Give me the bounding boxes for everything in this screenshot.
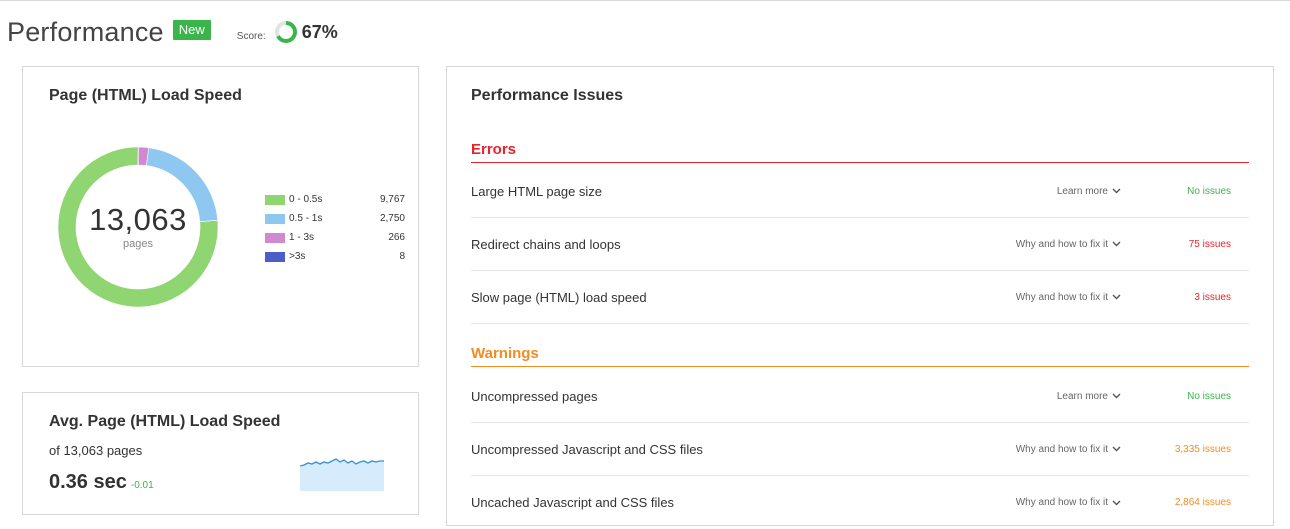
legend-value: 266 [388,232,405,243]
donut-unit: pages [123,238,153,250]
legend-item[interactable]: 0 - 0.5s 9,767 [265,190,405,209]
load-speed-title: Page (HTML) Load Speed [49,87,242,104]
issue-name: Redirect chains and loops [471,236,621,252]
issue-status[interactable]: 3,335 issues [1131,444,1249,455]
issue-name: Large HTML page size [471,183,603,199]
legend-value: 9,767 [379,194,405,205]
legend-label: >3s [289,251,306,262]
issue-row: Slow page (HTML) load speed Why and how … [471,271,1249,324]
how-to-fix-link[interactable]: Why and how to fix it [921,497,1131,508]
page-header: Performance New Score: 67% [7,14,338,50]
legend-label: 1 - 3s [289,232,315,243]
how-to-fix-link[interactable]: Why and how to fix it [921,239,1131,250]
help-label: Why and how to fix it [1015,291,1108,303]
help-label: Learn more [1056,185,1108,197]
issue-name: Uncompressed Javascript and CSS files [471,441,703,457]
help-label: Learn more [1056,390,1108,402]
load-speed-donut: 13,063 pages [57,146,219,308]
learn-more-link[interactable]: Learn more [921,391,1131,402]
warnings-section-heading: Warnings [471,345,1249,367]
avg-load-speed-card: Avg. Page (HTML) Load Speed of 13,063 pa… [22,392,419,515]
help-label: Why and how to fix it [1015,497,1108,508]
legend-value: 2,750 [379,213,405,224]
avg-load-speed-value: 0.36 sec [49,471,127,493]
issue-status[interactable]: 3 issues [1131,292,1249,303]
chevron-down-icon [1112,446,1121,452]
issue-status[interactable]: 2,864 issues [1131,497,1249,508]
legend-value: 8 [399,251,405,262]
learn-more-link[interactable]: Learn more [921,186,1131,197]
help-label: Why and how to fix it [1015,238,1108,250]
avg-load-speed-delta: -0.01 [130,480,154,491]
issue-status[interactable]: 75 issues [1131,239,1249,250]
issue-name: Uncached Javascript and CSS files [471,495,675,510]
chevron-down-icon [1112,241,1121,247]
issue-name: Slow page (HTML) load speed [471,289,647,305]
legend-swatch [265,232,285,243]
donut-total: 13,063 [89,202,187,237]
legend-item[interactable]: 0.5 - 1s 2,750 [265,209,405,228]
issue-name: Uncompressed pages [471,388,598,404]
score-value: 67% [301,21,338,42]
legend-swatch [265,194,285,205]
chevron-down-icon [1112,294,1121,300]
avg-load-speed-subtitle: of 13,063 pages [49,443,143,458]
help-label: Why and how to fix it [1015,443,1108,455]
score-label: Score: [236,30,266,42]
chevron-down-icon [1112,188,1121,194]
issue-row: Uncached Javascript and CSS files Why an… [471,476,1249,529]
chevron-down-icon [1112,393,1121,399]
how-to-fix-link[interactable]: Why and how to fix it [921,292,1131,303]
load-speed-trend-sparkline [300,458,384,491]
avg-load-speed-title: Avg. Page (HTML) Load Speed [49,413,281,430]
top-divider [0,0,1290,1]
errors-section-heading: Errors [471,141,1249,163]
load-speed-legend: 0 - 0.5s 9,767 0.5 - 1s 2,750 1 - 3s 266… [265,190,405,266]
score-ring-icon [274,21,297,43]
performance-issues-card: Performance Issues Errors Large HTML pag… [446,66,1274,526]
legend-label: 0.5 - 1s [289,213,323,224]
how-to-fix-link[interactable]: Why and how to fix it [921,444,1131,455]
chevron-down-icon [1112,500,1121,505]
legend-label: 0 - 0.5s [289,194,323,205]
legend-item[interactable]: >3s 8 [265,247,405,266]
page-title: Performance [7,16,164,47]
legend-item[interactable]: 1 - 3s 266 [265,228,405,247]
issue-row: Large HTML page size Learn more No issue… [471,165,1249,218]
avg-load-speed-value-wrap: 0.36 sec -0.01 [49,471,154,494]
performance-issues-title: Performance Issues [471,87,624,104]
issue-status[interactable]: No issues [1131,391,1249,402]
issue-row: Redirect chains and loops Why and how to… [471,218,1249,271]
legend-swatch [265,213,285,224]
new-badge: New [172,20,211,40]
issue-status[interactable]: No issues [1131,186,1249,197]
load-speed-card: Page (HTML) Load Speed 13,063 pages 0 - … [22,66,419,367]
legend-swatch [265,251,285,262]
issue-row: Uncompressed Javascript and CSS files Wh… [471,423,1249,476]
issue-row: Uncompressed pages Learn more No issues [471,370,1249,423]
